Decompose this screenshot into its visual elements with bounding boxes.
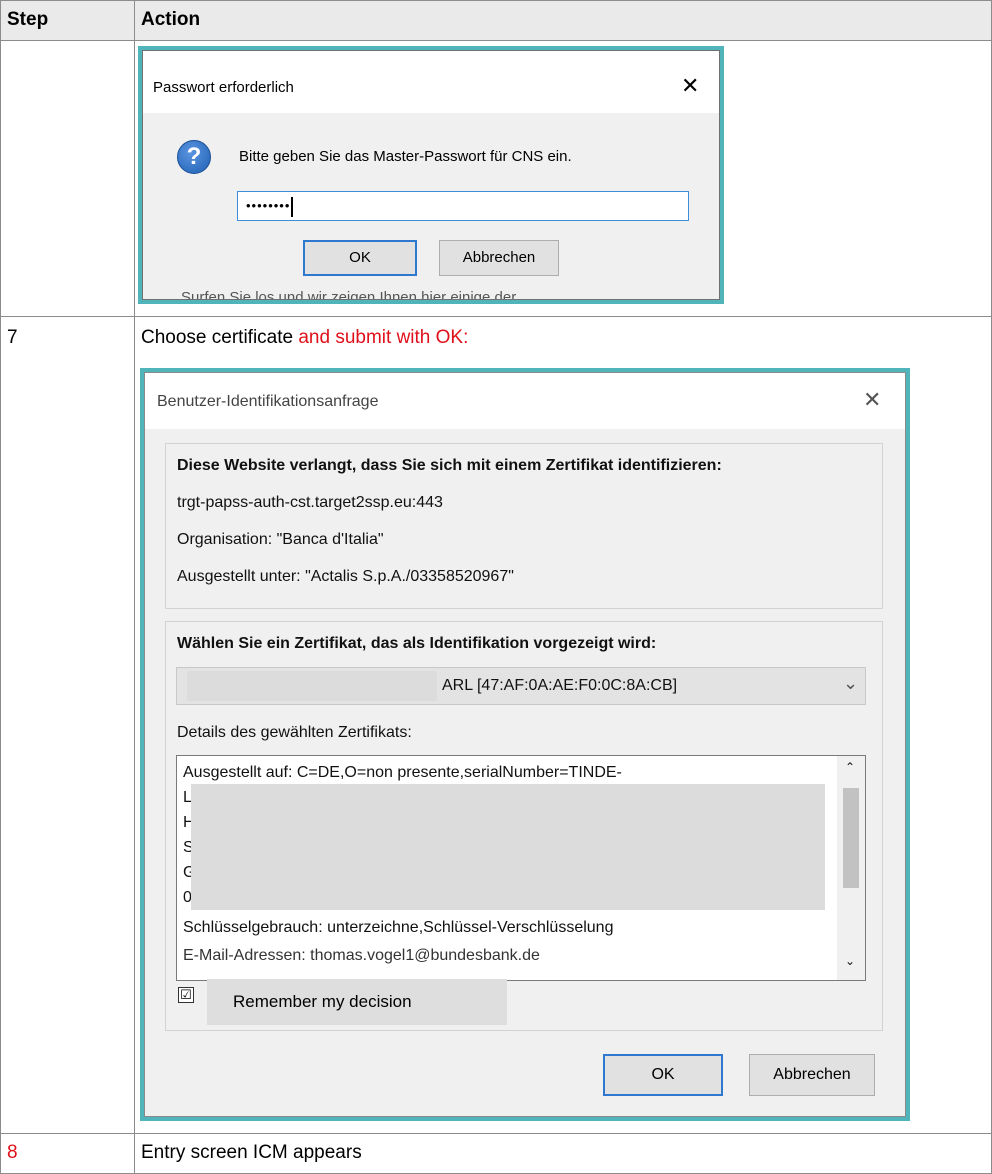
scrollbar-thumb[interactable] (843, 788, 859, 888)
choose-certificate-heading: Wählen Sie ein Zertifikat, das als Ident… (177, 635, 657, 652)
details-scrollbar[interactable]: ⌃ ⌄ (837, 756, 865, 980)
close-icon[interactable]: ✕ (681, 73, 699, 99)
background-page-text: Surfen Sie los und wir zeigen Ihnen hier… (181, 289, 517, 300)
close-icon[interactable]: ✕ (863, 387, 881, 413)
table-row-divider (0, 316, 992, 317)
question-icon: ? (177, 140, 211, 174)
table-row-divider (0, 40, 992, 41)
step-7-action-text: Choose certificate (141, 327, 299, 348)
redacted-area (191, 784, 825, 910)
redacted-area (187, 671, 437, 701)
password-dialog-titlebar: Passwort erforderlich ✕ (143, 51, 719, 113)
step-number-8: 8 (7, 1142, 18, 1163)
certificate-details-list[interactable]: Ausgestellt auf: C=DE,O=non presente,ser… (176, 755, 866, 981)
step-number-7: 7 (7, 327, 18, 348)
certificate-select[interactable]: ARL [47:AF:0A:AE:F0:0C:8A:CB] ⌄ (176, 667, 866, 705)
password-dialog-title: Passwort erforderlich (153, 79, 294, 96)
master-password-input[interactable]: •••••••• (237, 191, 689, 221)
certificate-dialog-title: Benutzer-Identifikationsanfrage (157, 393, 379, 410)
details-line: E-Mail-Adressen: thomas.vogel1@bundesban… (183, 947, 540, 964)
certificate-dialog: Benutzer-Identifikationsanfrage ✕ Diese … (144, 372, 906, 1117)
cancel-button[interactable]: Abbrechen (749, 1054, 875, 1096)
table-border-left (0, 0, 1, 1174)
chevron-down-icon: ⌄ (843, 673, 859, 693)
password-prompt-message: Bitte geben Sie das Master-Passwort für … (239, 148, 572, 165)
table-border-top (0, 0, 992, 1)
request-organisation: Organisation: "Banca d'Italia" (177, 531, 384, 548)
step-8-action: Entry screen ICM appears (141, 1142, 362, 1163)
certificate-dialog-frame: Benutzer-Identifikationsanfrage ✕ Diese … (140, 368, 910, 1121)
step-7-action-highlight: and submit with OK: (298, 327, 469, 348)
request-issuer: Ausgestellt unter: "Actalis S.p.A./03358… (177, 568, 514, 585)
certificate-details-label: Details des gewählten Zertifikats: (177, 724, 412, 741)
ok-button[interactable]: OK (303, 240, 417, 276)
scroll-up-icon[interactable]: ⌃ (845, 760, 855, 774)
remember-checkbox[interactable]: ☑ (178, 987, 194, 1003)
request-heading: Diese Website verlangt, dass Sie sich mi… (177, 457, 722, 474)
ok-button[interactable]: OK (603, 1054, 723, 1096)
header-step: Step (7, 9, 49, 30)
certificate-select-value: ARL [47:AF:0A:AE:F0:0C:8A:CB] (442, 677, 678, 694)
password-dialog-frame: Surfen Sie los und wir zeigen Ihnen hier… (138, 46, 724, 304)
password-dialog: Surfen Sie los und wir zeigen Ihnen hier… (142, 50, 720, 300)
remember-decision-label[interactable]: Remember my decision (207, 979, 507, 1025)
table-row-divider (0, 1133, 992, 1134)
certificate-dialog-titlebar: Benutzer-Identifikationsanfrage ✕ (145, 373, 905, 429)
details-line: Ausgestellt auf: C=DE,O=non presente,ser… (183, 764, 622, 781)
header-action: Action (141, 9, 201, 30)
details-line: Schlüsselgebrauch: unterzeichne,Schlüsse… (183, 919, 614, 936)
text-cursor (291, 196, 294, 217)
step-7-action: Choose certificate and submit with OK: (141, 327, 468, 349)
cancel-button[interactable]: Abbrechen (439, 240, 559, 276)
table-column-divider (134, 0, 135, 1174)
password-value: •••••••• (246, 198, 291, 213)
request-host: trgt-papss-auth-cst.target2ssp.eu:443 (177, 494, 443, 511)
scroll-down-icon[interactable]: ⌄ (845, 954, 855, 968)
